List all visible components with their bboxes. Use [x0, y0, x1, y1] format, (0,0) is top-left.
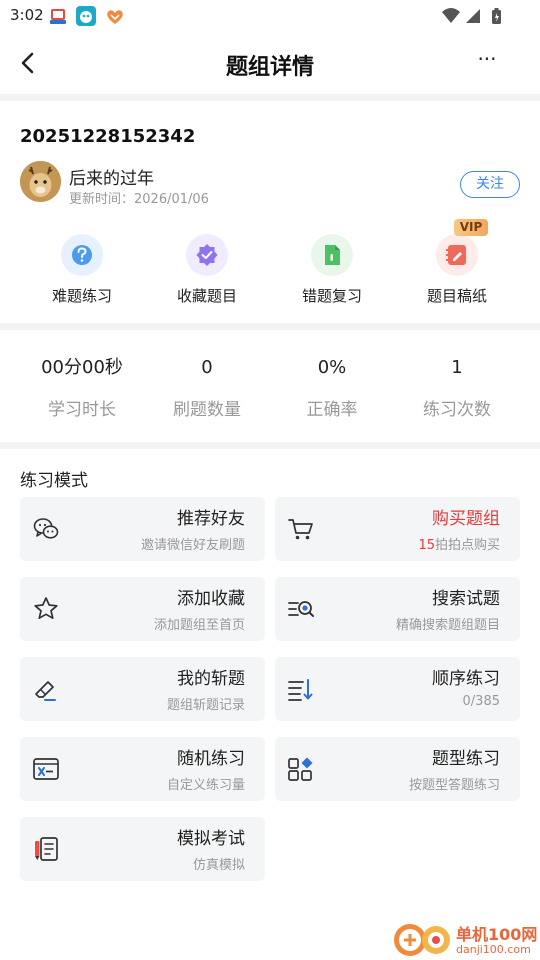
draft-icon	[446, 245, 466, 265]
stat-study-time: 00分00秒 学习时长	[17, 357, 147, 427]
star-icon	[34, 597, 58, 620]
mode-name: 购买题组	[432, 509, 500, 529]
collect-icon	[196, 244, 218, 266]
stat-practice-count: 1 练习次数	[392, 357, 522, 427]
stat-accuracy: 0% 正确率	[267, 357, 397, 427]
stat-value: 0	[201, 357, 213, 378]
mode-desc: 15拍拍点购买	[418, 534, 500, 553]
tool-hard-practice[interactable]: 难题练习	[27, 234, 137, 306]
divider	[0, 323, 540, 330]
status-time: 3:02	[10, 6, 44, 24]
set-id: 20251228152342	[20, 126, 196, 147]
divider	[0, 94, 540, 101]
vip-badge: VIP	[454, 219, 488, 236]
tool-draft-paper[interactable]: 题目稿纸	[402, 234, 512, 306]
mode-desc: 添加题组至首页	[153, 618, 245, 633]
status-icons	[440, 6, 510, 30]
mode-name: 我的斩题	[177, 669, 245, 689]
exam-icon	[35, 837, 58, 861]
watermark: 单机100网 danji100.com	[392, 918, 538, 960]
mode-buy-set[interactable]: 购买题组 15拍拍点购买	[275, 497, 520, 561]
category-icon	[288, 757, 313, 781]
tool-wrong-review[interactable]: 错题复习	[277, 234, 387, 306]
price-desc: 拍拍点购买	[434, 538, 500, 553]
avatar[interactable]	[20, 161, 61, 202]
stat-label: 练习次数	[423, 400, 491, 420]
search-list-icon	[288, 601, 314, 617]
tool-label: 收藏题目	[176, 287, 237, 305]
stat-value: 00分00秒	[41, 357, 123, 378]
tool-label: 错题复习	[301, 287, 362, 305]
update-time: 更新时间：2026/01/06	[69, 192, 209, 207]
tool-collected[interactable]: 收藏题目	[152, 234, 262, 306]
wechat-icon	[33, 518, 59, 539]
stat-value: 1	[451, 357, 463, 378]
follow-button[interactable]: 关注	[460, 171, 520, 198]
section-title: 练习模式	[20, 471, 88, 491]
divider	[0, 442, 540, 449]
mode-my-cut[interactable]: 我的斩题 题组斩题记录	[20, 657, 265, 721]
price-highlight: 15	[418, 538, 435, 553]
mode-desc: 邀请微信好友刷题	[140, 538, 245, 553]
stat-question-count: 0 刷题数量	[142, 357, 272, 427]
header: 题组详情 ···	[0, 32, 540, 94]
shuffle-icon	[33, 758, 59, 780]
mode-name: 随机练习	[177, 749, 245, 769]
app-icon-1	[48, 6, 68, 26]
mode-search-questions[interactable]: 搜索试题 精确搜索题组题目	[275, 577, 520, 641]
stat-value: 0%	[317, 357, 347, 378]
signal-icon	[466, 9, 480, 23]
sort-icon	[288, 679, 313, 701]
mode-mock-exam[interactable]: 模拟考试 仿真模拟	[20, 817, 265, 881]
mode-name: 模拟考试	[177, 829, 245, 849]
mode-desc: 精确搜索题组题目	[395, 618, 500, 633]
mode-name: 顺序练习	[432, 669, 500, 689]
mode-desc: 按题型答题练习	[408, 778, 500, 793]
app-icon-2	[76, 6, 96, 26]
stat-label: 学习时长	[48, 400, 116, 420]
mode-by-type[interactable]: 题型练习 按题型答题练习	[275, 737, 520, 801]
mode-name: 添加收藏	[177, 589, 245, 609]
mode-name: 搜索试题	[432, 589, 500, 609]
stat-label: 刷题数量	[173, 400, 241, 420]
watermark-logo	[394, 924, 450, 956]
tool-label: 难题练习	[51, 287, 112, 305]
page-title: 题组详情	[225, 55, 314, 80]
question-icon	[72, 245, 92, 265]
more-button[interactable]: ···	[472, 49, 502, 74]
stat-label: 正确率	[306, 400, 358, 420]
mode-desc: 自定义练习量	[166, 778, 245, 793]
status-bar: 3:02	[0, 0, 540, 32]
mode-desc: 仿真模拟	[192, 858, 245, 873]
mode-name: 推荐好友	[177, 509, 245, 529]
wrong-book-icon	[325, 245, 340, 265]
mode-random[interactable]: 随机练习 自定义练习量	[20, 737, 265, 801]
battery-icon	[492, 8, 501, 24]
watermark-name: 单机100网	[456, 925, 538, 944]
mode-recommend-friend[interactable]: 推荐好友 邀请微信好友刷题	[20, 497, 265, 561]
app-icon-3	[104, 6, 124, 26]
tool-label: 题目稿纸	[426, 287, 487, 305]
cart-icon	[288, 519, 313, 540]
mode-add-favorite[interactable]: 添加收藏 添加题组至首页	[20, 577, 265, 641]
mode-sequential[interactable]: 顺序练习 0/385	[275, 657, 520, 721]
mode-desc: 0/385	[462, 694, 500, 709]
author-name[interactable]: 后来的过年	[69, 164, 154, 189]
watermark-url: danji100.com	[456, 943, 531, 956]
mode-name: 题型练习	[432, 749, 500, 769]
mode-desc: 题组斩题记录	[166, 698, 245, 713]
wifi-icon	[442, 8, 460, 23]
eraser-icon	[35, 681, 56, 701]
